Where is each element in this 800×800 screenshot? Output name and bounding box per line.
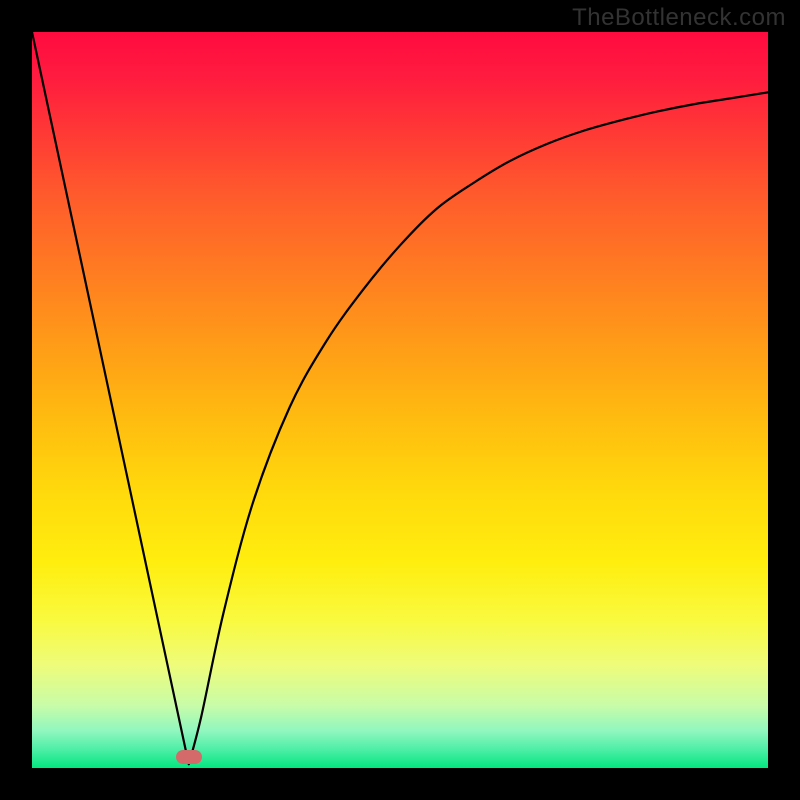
bottleneck-curve [32, 32, 768, 768]
plot-area [32, 32, 768, 768]
chart-frame: TheBottleneck.com [0, 0, 800, 800]
watermark-text: TheBottleneck.com [572, 4, 786, 32]
curve-path [32, 32, 768, 764]
minimum-marker [176, 750, 202, 764]
